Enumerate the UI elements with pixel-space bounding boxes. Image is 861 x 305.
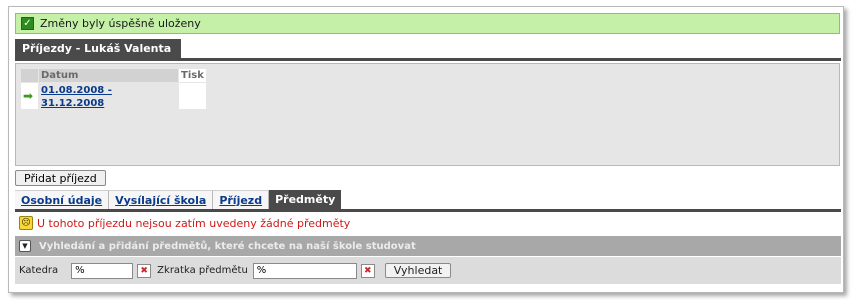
- katedra-input[interactable]: [71, 262, 134, 279]
- add-arrival-button[interactable]: Přidat příjezd: [15, 170, 106, 186]
- tab-sending-school[interactable]: Vysílající škola: [109, 190, 214, 209]
- table-header-row: Datum Tisk: [20, 68, 207, 83]
- success-banner: ✓ Změny byly úspěšně uloženy: [15, 13, 840, 34]
- arrow-right-icon: ➡: [23, 88, 34, 103]
- tab-arrival[interactable]: Příjezd: [213, 190, 270, 209]
- datum-cell: 01.08.2008 - 31.12.2008: [38, 82, 179, 110]
- column-header-tisk: Tisk: [178, 68, 207, 83]
- tab-bar: Osobní údaje Vysílající škola Příjezd Př…: [15, 190, 342, 209]
- clear-zkratka-icon[interactable]: ✖: [360, 263, 375, 278]
- sad-face-icon: ☹: [19, 216, 33, 230]
- page-title: Příjezdy - Lukáš Valenta: [15, 39, 182, 58]
- chevron-down-icon[interactable]: ▼: [19, 240, 31, 252]
- clear-katedra-icon[interactable]: ✖: [137, 263, 152, 278]
- search-button[interactable]: Vyhledat: [384, 263, 452, 278]
- zkratka-input[interactable]: [252, 262, 357, 279]
- tab-subjects[interactable]: Předměty: [269, 190, 342, 209]
- column-header-datum: Datum: [38, 68, 179, 83]
- search-form: Katedra ✖ Zkratka předmětu ✖ Vyhledat: [15, 257, 841, 284]
- checkbox-checked-icon: ✓: [21, 17, 34, 30]
- arrival-date-link[interactable]: 01.08.2008 - 31.12.2008: [41, 85, 112, 109]
- table-header-spacer: [20, 68, 39, 83]
- zkratka-label: Zkratka předmětu: [157, 265, 248, 276]
- tabs-underline: [15, 209, 841, 212]
- no-subjects-warning: ☹ U tohoto příjezdu nejsou zatím uvedeny…: [19, 216, 350, 230]
- search-section-header[interactable]: ▼ Vyhledání a přidání předmětů, které ch…: [15, 236, 841, 256]
- success-message: Změny byly úspěšně uloženy: [40, 17, 201, 30]
- arrivals-window: ✓ Změny byly úspěšně uloženy Příjezdy - …: [8, 6, 844, 293]
- table-row[interactable]: ➡ 01.08.2008 - 31.12.2008: [20, 82, 207, 110]
- title-underline: [15, 58, 841, 61]
- arrivals-table: Datum Tisk ➡ 01.08.2008 - 31.12.2008: [20, 68, 207, 110]
- search-heading: Vyhledání a přidání předmětů, které chce…: [39, 240, 416, 252]
- arrivals-panel: Datum Tisk ➡ 01.08.2008 - 31.12.2008: [15, 63, 840, 166]
- warning-message: U tohoto příjezdu nejsou zatím uvedeny ž…: [37, 216, 351, 230]
- row-marker-cell: ➡: [20, 82, 39, 110]
- tab-personal-data[interactable]: Osobní údaje: [15, 190, 110, 209]
- tisk-cell[interactable]: [178, 82, 207, 110]
- katedra-label: Katedra: [19, 265, 59, 276]
